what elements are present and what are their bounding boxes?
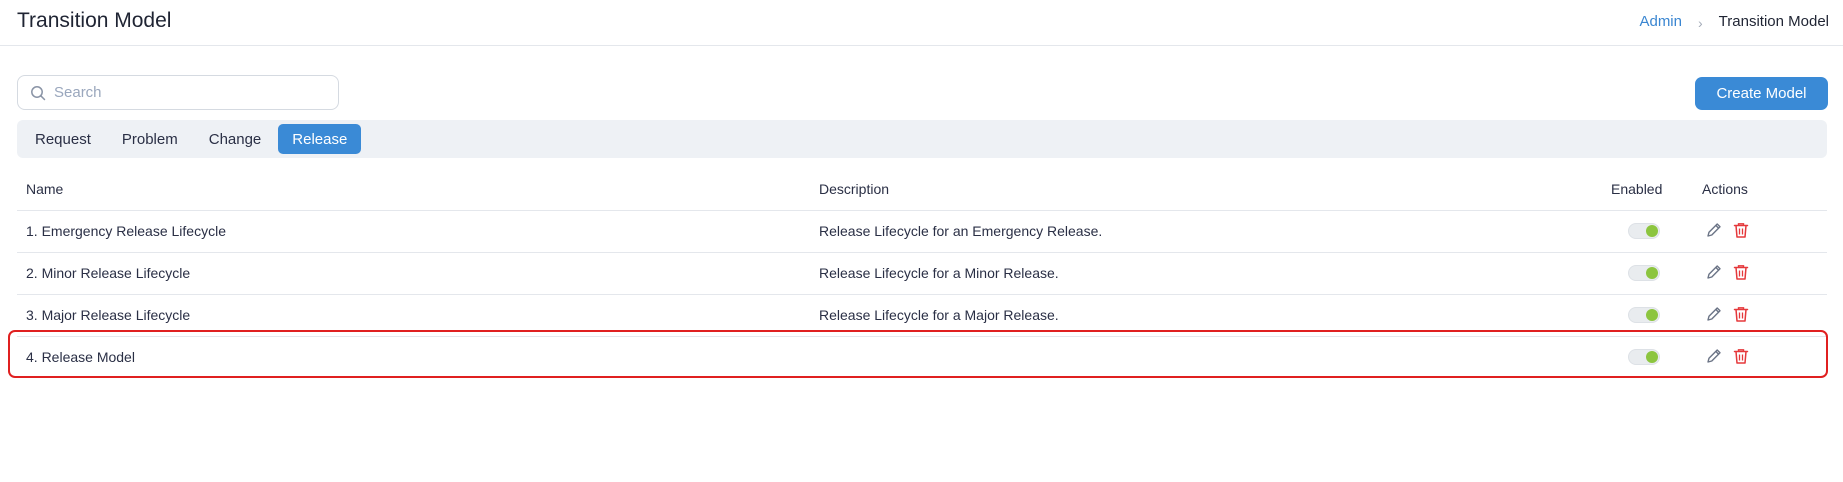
enabled-toggle[interactable]: [1628, 307, 1660, 323]
row-description: Release Lifecycle for a Minor Release.: [819, 265, 1059, 281]
enabled-toggle[interactable]: [1628, 223, 1660, 239]
column-header-enabled: Enabled: [1611, 181, 1663, 197]
breadcrumb-admin-link[interactable]: Admin: [1639, 13, 1682, 30]
trash-icon[interactable]: [1732, 263, 1750, 281]
trash-icon[interactable]: [1732, 221, 1750, 239]
search-box: [17, 75, 339, 110]
tab-release[interactable]: Release: [278, 124, 362, 154]
row-name[interactable]: 4. Release Model: [26, 349, 135, 365]
column-header-actions: Actions: [1702, 181, 1748, 197]
toggle-knob: [1646, 267, 1658, 279]
transition-model-table: Name Description Enabled Actions 1. Emer…: [17, 170, 1827, 378]
tab-change[interactable]: Change: [195, 124, 276, 154]
create-model-button[interactable]: Create Model: [1695, 77, 1828, 110]
trash-icon[interactable]: [1732, 347, 1750, 365]
table-row: 4. Release Model: [17, 337, 1827, 378]
row-name[interactable]: 2. Minor Release Lifecycle: [26, 265, 190, 281]
enabled-toggle[interactable]: [1628, 265, 1660, 281]
tabs-bar: Request Problem Change Release: [17, 120, 1827, 158]
table-row: 1. Emergency Release Lifecycle Release L…: [17, 211, 1827, 253]
breadcrumb-separator: ›: [1698, 14, 1703, 31]
toggle-knob: [1646, 351, 1658, 363]
trash-icon[interactable]: [1732, 305, 1750, 323]
toggle-knob: [1646, 225, 1658, 237]
top-bar: Transition Model Admin › Transition Mode…: [0, 0, 1843, 46]
table-row: 2. Minor Release Lifecycle Release Lifec…: [17, 253, 1827, 295]
search-input[interactable]: [52, 83, 336, 102]
pencil-icon[interactable]: [1705, 221, 1723, 239]
pencil-icon[interactable]: [1705, 263, 1723, 281]
row-description: Release Lifecycle for an Emergency Relea…: [819, 223, 1103, 239]
row-name[interactable]: 1. Emergency Release Lifecycle: [26, 223, 226, 239]
pencil-icon[interactable]: [1705, 305, 1723, 323]
row-name[interactable]: 3. Major Release Lifecycle: [26, 307, 190, 323]
pencil-icon[interactable]: [1705, 347, 1723, 365]
table-row: 3. Major Release Lifecycle Release Lifec…: [17, 295, 1827, 337]
breadcrumb-current: Transition Model: [1718, 13, 1829, 30]
tab-problem[interactable]: Problem: [108, 124, 192, 154]
column-header-description[interactable]: Description: [819, 181, 889, 197]
search-icon: [31, 85, 46, 100]
toggle-knob: [1646, 309, 1658, 321]
column-header-name[interactable]: Name: [26, 181, 63, 197]
row-description: Release Lifecycle for a Major Release.: [819, 307, 1059, 323]
enabled-toggle[interactable]: [1628, 349, 1660, 365]
breadcrumb: Admin › Transition Model: [1639, 13, 1829, 31]
tab-request[interactable]: Request: [21, 124, 105, 154]
table-header: Name Description Enabled Actions: [17, 170, 1827, 211]
page-title: Transition Model: [17, 9, 172, 32]
